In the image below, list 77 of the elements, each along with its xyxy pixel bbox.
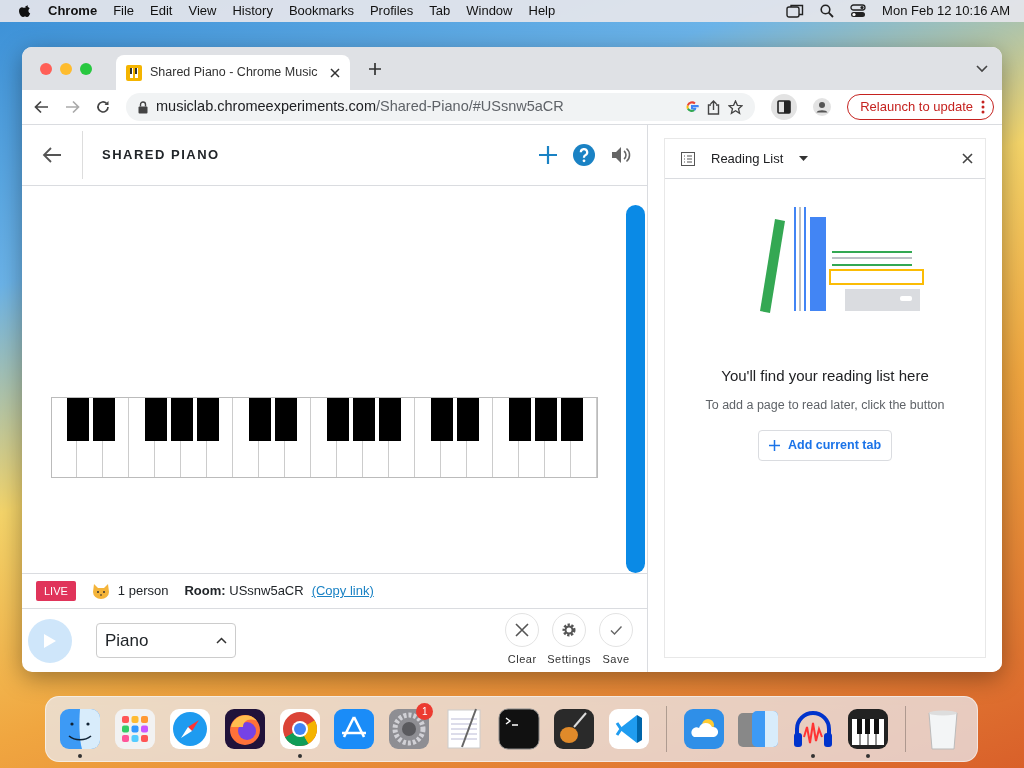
new-tab-icon[interactable] bbox=[368, 61, 382, 76]
profile-avatar-icon[interactable] bbox=[813, 98, 832, 116]
close-icon[interactable] bbox=[330, 67, 340, 78]
button-label: Clear bbox=[507, 652, 537, 668]
menu-item[interactable]: Window bbox=[466, 1, 513, 21]
add-current-tab-button[interactable]: Add current tab bbox=[757, 430, 893, 462]
button-label: Settings bbox=[547, 652, 591, 668]
smiling-face-icon[interactable] bbox=[58, 707, 102, 751]
speaker-icon[interactable] bbox=[611, 146, 631, 164]
back-arrow-icon[interactable] bbox=[34, 100, 49, 114]
code-editor-icon[interactable] bbox=[606, 707, 651, 751]
back-arrow-icon[interactable] bbox=[42, 147, 62, 163]
menu-item[interactable]: View bbox=[188, 1, 217, 21]
windows-icon[interactable] bbox=[786, 4, 805, 18]
plus-icon[interactable] bbox=[539, 146, 557, 164]
app-grid-icon[interactable] bbox=[112, 707, 157, 751]
apple-logo-icon[interactable] bbox=[18, 3, 32, 19]
menu-item[interactable]: Profiles bbox=[369, 1, 414, 21]
copy-link[interactable]: (Copy link) bbox=[311, 581, 374, 601]
play-icon bbox=[43, 632, 57, 649]
letter-a-icon[interactable] bbox=[332, 707, 377, 751]
gear-icon bbox=[562, 623, 577, 638]
empty-state-heading: You'll find your reading list here bbox=[721, 366, 929, 386]
menu-item[interactable]: Bookmarks bbox=[288, 1, 354, 21]
search-icon[interactable] bbox=[820, 4, 835, 18]
compass-icon[interactable] bbox=[167, 707, 212, 751]
chevron-down-icon[interactable] bbox=[976, 64, 988, 73]
piano-favicon bbox=[126, 64, 142, 81]
more-vertical-icon bbox=[981, 100, 985, 114]
share-icon[interactable] bbox=[707, 99, 721, 115]
settings-button[interactable] bbox=[552, 613, 587, 648]
toggles-icon[interactable] bbox=[850, 4, 867, 18]
close-icon[interactable] bbox=[962, 153, 973, 164]
plus-icon bbox=[768, 440, 780, 452]
cloud-icon[interactable] bbox=[681, 707, 726, 751]
live-badge: LIVE bbox=[36, 580, 76, 602]
empty-state-text: To add a page to read later, click the button bbox=[705, 396, 945, 414]
menu-item[interactable]: History bbox=[232, 1, 273, 21]
list-icon bbox=[681, 151, 695, 166]
menu-item[interactable]: File bbox=[113, 1, 135, 21]
reading-list-dropdown[interactable]: Reading List bbox=[711, 148, 946, 169]
guitar-icon[interactable] bbox=[551, 707, 596, 751]
app-menu[interactable]: Chrome bbox=[48, 1, 98, 21]
x-icon bbox=[515, 623, 530, 638]
tab-title: Shared Piano - Chrome Music bbox=[150, 64, 319, 82]
menu-item[interactable]: Help bbox=[528, 1, 556, 21]
gear-icon[interactable] bbox=[387, 707, 432, 751]
reload-icon[interactable] bbox=[96, 100, 110, 114]
piano-keyboard-drawing[interactable] bbox=[50, 397, 598, 478]
google-logo-icon[interactable] bbox=[685, 100, 700, 114]
menu-item[interactable]: Tab bbox=[429, 1, 451, 21]
forward-arrow-icon bbox=[65, 100, 80, 114]
browser-tab[interactable]: Shared Piano - Chrome Music bbox=[116, 55, 350, 90]
url-text: musiclab.chromeexperiments.com/Shared-Piano/#USsnw5aCR bbox=[156, 97, 565, 117]
chevron-up-icon bbox=[216, 637, 227, 644]
cat-face-icon bbox=[91, 582, 110, 600]
menu-item[interactable]: Edit bbox=[150, 1, 173, 21]
address-bar[interactable]: musiclab.chromeexperiments.com/Shared-Piano/#USsnw5aCR bbox=[126, 93, 756, 121]
terminal-icon[interactable] bbox=[497, 707, 541, 751]
lock-icon bbox=[138, 100, 148, 114]
relaunch-button[interactable]: Relaunch to update bbox=[847, 94, 994, 120]
button-label: Save bbox=[602, 652, 630, 668]
app-title: SHARED PIANO bbox=[102, 146, 221, 165]
piano-keys-icon[interactable] bbox=[846, 707, 891, 751]
people-count: 1 person bbox=[117, 582, 169, 601]
scrollbar[interactable] bbox=[626, 205, 645, 573]
room-id: Room: USsnw5aCR bbox=[184, 582, 304, 601]
menu-bar-clock: Mon Feb 12 10:16 AM bbox=[882, 2, 1010, 21]
clear-button[interactable] bbox=[505, 613, 540, 648]
star-icon[interactable] bbox=[728, 99, 744, 115]
help-icon[interactable] bbox=[573, 144, 595, 166]
instrument-dropdown[interactable]: Piano bbox=[96, 623, 236, 658]
side-panel-icon[interactable] bbox=[771, 94, 798, 120]
check-icon bbox=[610, 625, 622, 636]
fox-globe-icon[interactable] bbox=[222, 707, 267, 751]
notification-badge: 1 bbox=[416, 703, 434, 720]
caret-down-icon bbox=[799, 156, 809, 161]
